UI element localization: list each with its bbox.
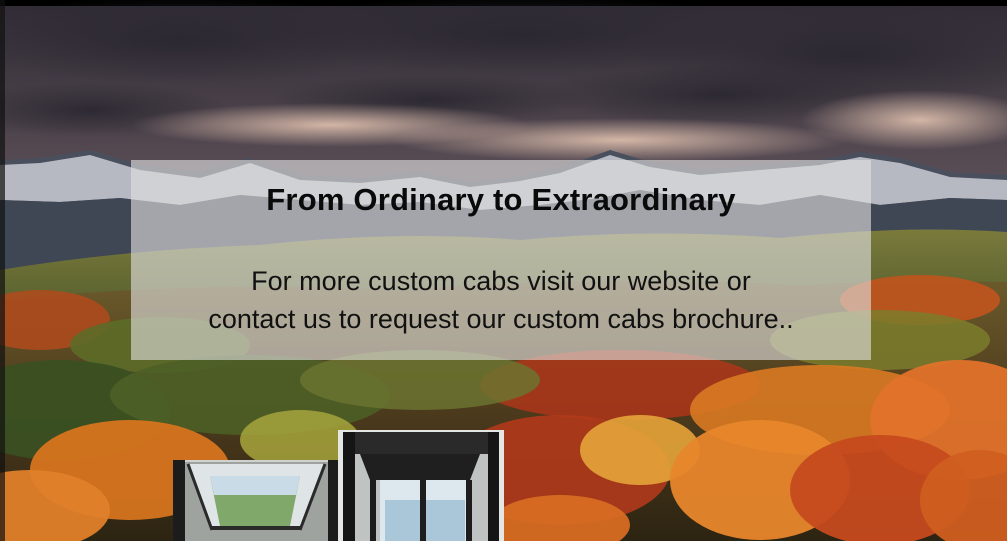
promo-slide: From Ordinary to Extraordinary For more … (0, 0, 1007, 541)
left-edge (0, 0, 5, 541)
promo-title: From Ordinary to Extraordinary (266, 182, 736, 217)
promo-body: For more custom cabs visit our website o… (131, 262, 871, 338)
cab-interior-photo-right (338, 430, 504, 541)
promo-body-line-2: contact us to request our custom cabs br… (208, 304, 794, 334)
cab-interior-photo-left (173, 460, 341, 541)
promo-body-line-1: For more custom cabs visit our website o… (251, 266, 751, 296)
promo-overlay-panel: From Ordinary to Extraordinary For more … (131, 160, 871, 360)
